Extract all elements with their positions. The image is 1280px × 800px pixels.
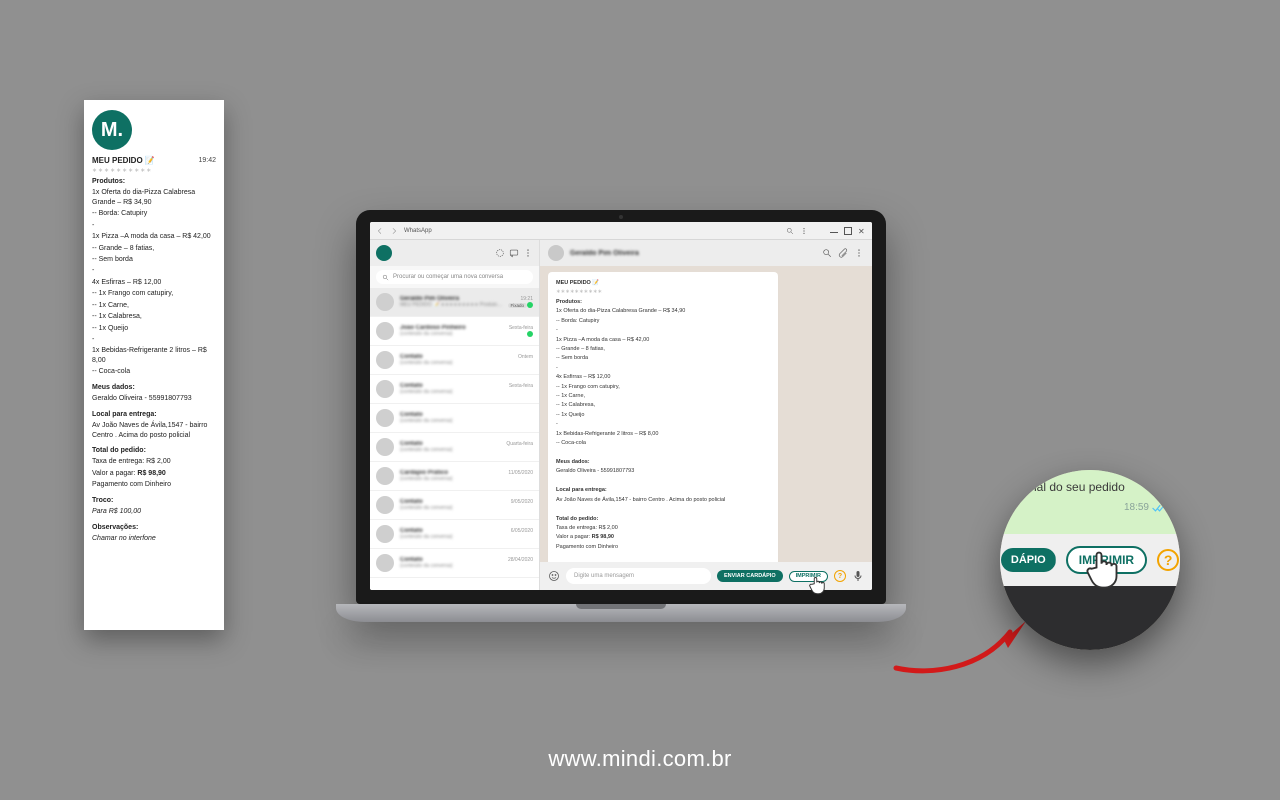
emoji-icon[interactable] [548,570,560,582]
imprimir-button[interactable]: IMPRIMIR [789,571,828,582]
chat-avatar [376,467,394,485]
mic-icon[interactable] [852,570,864,582]
chat-list-item[interactable]: Cardápio Prático11/05/2020(conteúdo da c… [370,462,539,491]
chat-avatar [376,409,394,427]
cursor-hand-large-icon [1084,548,1124,592]
browser-toolbar: WhatsApp [370,222,872,240]
help-button[interactable]: ? [834,570,846,582]
double-check-icon [1152,503,1166,513]
laptop-base [336,604,906,622]
forward-icon[interactable] [390,227,398,235]
composer: Digite uma mensagem ENVIAR CARDÁPIO IMPR… [540,562,872,590]
brand-logo: M. [92,110,132,150]
chat-list-item[interactable]: Contato(conteúdo da conversa) [370,404,539,433]
mydata-value: Geraldo Oliveira - 55991807793 [92,394,216,403]
troco-heading: Troco: [92,497,113,504]
magnifier-help-button[interactable]: ? [1157,549,1179,571]
search-icon[interactable] [786,227,794,235]
kebab-icon[interactable] [800,227,808,235]
window-minimize-icon[interactable] [830,225,838,233]
chat-avatar [376,554,394,572]
attach-icon[interactable] [838,248,848,258]
chat-avatar [376,322,394,340]
message-placeholder: Digite uma mensagem [574,573,634,579]
chat-avatar [376,380,394,398]
window-close-icon[interactable] [858,227,866,235]
chat-list-item[interactable]: Contato28/04/2020(conteúdo da conversa) [370,549,539,578]
obs-heading: Observações: [92,524,138,531]
magnifier-bubble-text: o final do seu pedido [1014,480,1166,494]
mydata-heading: Meus dados: [92,384,135,391]
back-icon[interactable] [376,227,384,235]
chat-list-item[interactable]: ContatoQuarta-feira(conteúdo da conversa… [370,433,539,462]
chat-list-item[interactable]: Contato9/05/2020(conteúdo da conversa) [370,491,539,520]
order-message-bubble: MEU PEDIDO 📝 ∗∗∗∗∗∗∗∗∗∗ Produtos: 1x Ofe… [548,272,778,562]
status-icon[interactable] [495,248,505,258]
chat-list: Geraldo Pim Oliveira19:21MEU PEDIDO 📝 ∗∗… [370,288,539,590]
magnifier-bubble-time: 18:59 [1124,502,1149,513]
chat-list-item[interactable]: João Cardoso PinheiroSexta-feira(conteúd… [370,317,539,346]
total-line-2: Pagamento com Dinheiro [92,480,216,489]
receipt-time: 19:42 [198,156,216,165]
chat-avatar [376,293,394,311]
message-input[interactable]: Digite uma mensagem [566,568,711,584]
troco-value: Para R$ 100,00 [92,508,141,515]
magnifier-cardapio-button-partial[interactable]: DÁPIO [1001,548,1056,572]
obs-value: Chamar no interfone [92,535,156,542]
receipt-title: MEU PEDIDO 📝 [92,156,155,167]
laptop-mockup: WhatsApp [336,210,906,622]
header-search-icon[interactable] [822,248,832,258]
total-line-1: Valor a pagar: R$ 98,90 [92,469,216,478]
receipt-rule: ∗∗∗∗∗∗∗∗∗∗ [92,167,216,175]
search-input[interactable]: Procurar ou começar uma nova conversa [376,270,533,284]
products-heading: Produtos: [92,178,125,185]
magnifier: o final do seu pedido 18:59 DÁPIO IMPRIM… [1000,470,1180,650]
chat-list-item[interactable]: Geraldo Pim Oliveira19:21MEU PEDIDO 📝 ∗∗… [370,288,539,317]
search-placeholder: Procurar ou começar uma nova conversa [393,274,503,280]
enviar-cardapio-button[interactable]: ENVIAR CARDÁPIO [717,570,783,582]
receipt-card: M. MEU PEDIDO 📝 19:42 ∗∗∗∗∗∗∗∗∗∗ Produto… [84,100,224,630]
new-chat-icon[interactable] [509,248,519,258]
my-avatar[interactable] [376,245,392,261]
chat-avatar [376,438,394,456]
total-heading: Total do pedido: [92,447,146,454]
address-heading: Local para entrega: [92,411,157,418]
address-value: Av João Naves de Ávila,1547 - bairro Cen… [92,421,216,440]
footer-url: www.mindi.com.br [0,746,1280,772]
contact-name: Geraldo Pim Oliveira [570,250,639,257]
total-line-0: Taxa de entrega: R$ 2,00 [92,457,216,466]
chat-list-item[interactable]: Contato6/05/2020(conteúdo da conversa) [370,520,539,549]
chat-avatar [376,525,394,543]
header-menu-icon[interactable] [854,248,864,258]
wa-sidebar: Procurar ou começar uma nova conversa Ge… [370,240,540,590]
search-glass-icon [382,274,389,281]
window-maximize-icon[interactable] [844,227,852,235]
chat-avatar [376,351,394,369]
chat-header: Geraldo Pim Oliveira [540,240,872,266]
chat-list-item[interactable]: ContatoSexta-feira(conteúdo da conversa) [370,375,539,404]
tab-title: WhatsApp [404,228,432,234]
receipt-items: 1x Oferta do dia-Pizza Calabresa Grande … [92,188,216,376]
chat-avatar [376,496,394,514]
contact-avatar[interactable] [548,245,564,261]
menu-icon[interactable] [523,248,533,258]
chat-list-item[interactable]: ContatoOntem(conteúdo da conversa) [370,346,539,375]
